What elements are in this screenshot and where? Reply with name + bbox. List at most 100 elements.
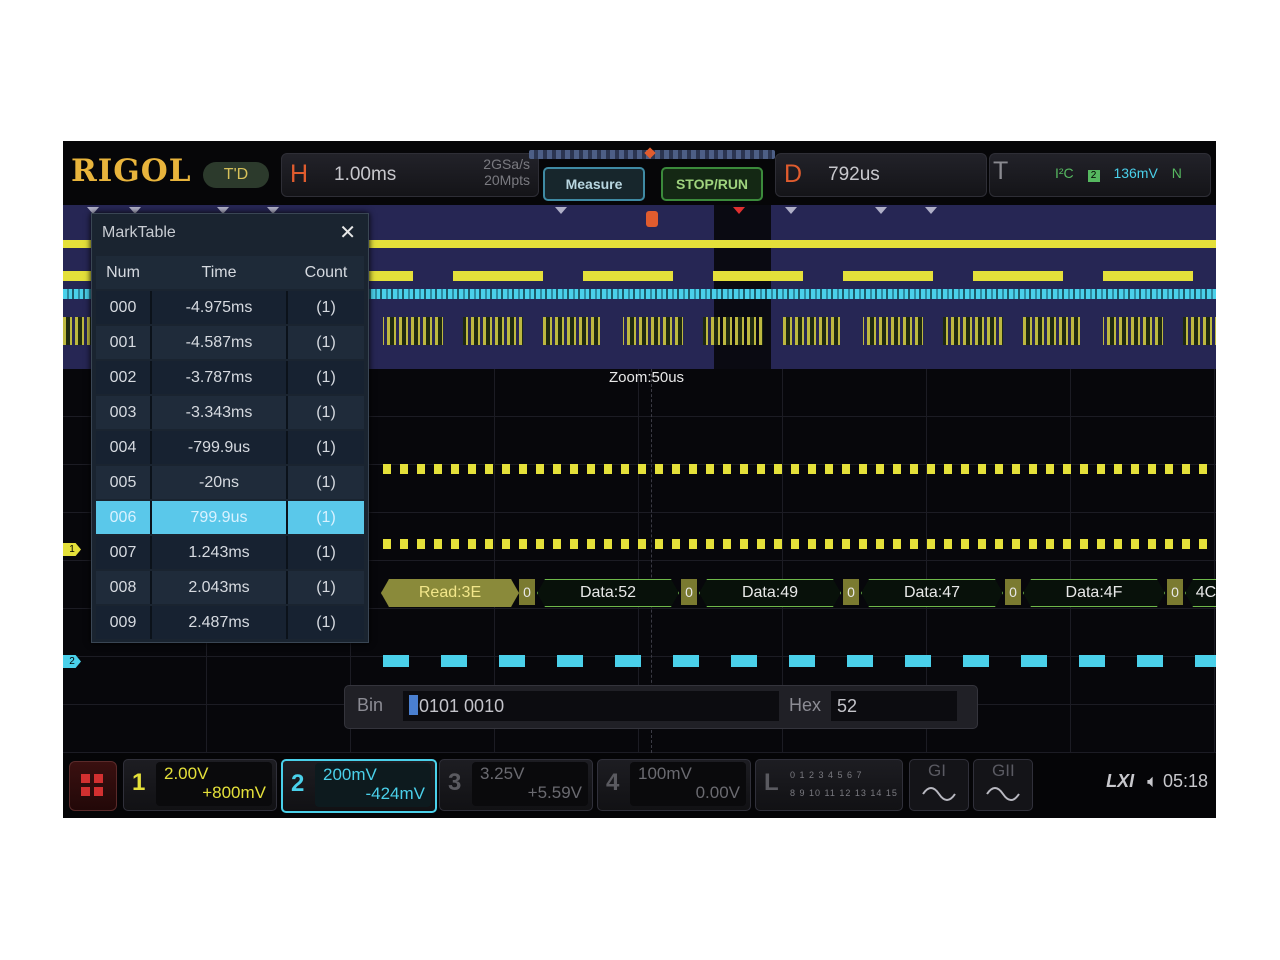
cell-time: -4.975ms [152,291,288,324]
decode-packet[interactable]: Read:3E [381,579,519,607]
trigger-marker-icon [646,211,658,227]
table-row[interactable]: 001 -4.587ms (1) [96,326,364,359]
rigol-logo: RIGOL [71,153,192,189]
cell-time: 2.487ms [152,606,288,639]
cell-count: (1) [316,299,336,316]
trigger-source: 2 [1087,170,1100,182]
sample-rate: 2GSa/s [483,156,530,172]
channel-offset: 0.00V [695,783,740,802]
cell-num: 000 [96,291,152,324]
ch2-data-trace [383,655,1216,667]
table-row[interactable]: 008 2.043ms (1) [96,571,364,604]
cell-time: 2.043ms [152,571,288,604]
channel-number: 1 [132,769,146,796]
bin-hex-readout: Bin 0101 0010 Hex 52 [344,685,978,729]
ch2-offset-marker[interactable]: 2 [63,655,81,668]
cell-time: -20ns [152,466,288,499]
status-area: LXI 🔈︎ 05:18 [1106,771,1208,792]
top-bar: RIGOL T'D H 1.00ms 2GSa/s 20Mpts Measure… [63,141,1216,205]
table-row[interactable]: 002 -3.787ms (1) [96,361,364,394]
table-row[interactable]: 007 1.243ms (1) [96,536,364,569]
cell-count: (1) [316,334,336,351]
channel-3-box[interactable]: 3 3.25V +5.59V [439,759,593,811]
bottom-bar: 1 2.00V +800mV 2 200mV -424mV 3 3.25V +5… [63,753,1216,818]
ch1-offset-marker[interactable]: 1 [63,543,81,556]
cell-num: 007 [96,536,152,569]
table-row[interactable]: 009 2.487ms (1) [96,606,364,639]
delay-key: D [784,160,803,188]
speaker-muted-icon[interactable]: 🔈︎ [1147,771,1158,791]
cell-count: (1) [316,509,336,526]
hex-value-field[interactable]: 52 [831,691,957,721]
cell-num: 009 [96,606,152,639]
channel-offset: -424mV [365,784,425,803]
channel-2-box[interactable]: 2 200mV -424mV [281,759,437,813]
decode-packet[interactable]: 4C [1185,579,1216,607]
table-row[interactable]: 005 -20ns (1) [96,466,364,499]
zoom-label: Zoom:50us [609,369,685,386]
cell-num: 001 [96,326,152,359]
delay-value: 792us [828,164,880,185]
hex-label: Hex [789,695,822,715]
sine-wave-icon [986,787,1020,801]
decode-ack: 0 [1005,579,1021,605]
decode-packet[interactable]: Data:4F [1023,579,1165,607]
la-bits-top: 0 1 2 3 4 5 6 7 [790,770,863,780]
cell-num: 005 [96,466,152,499]
cell-num: 004 [96,431,152,464]
cell-num: 002 [96,361,152,394]
channel-scale: 2.00V [164,764,209,783]
logic-analyzer-box[interactable]: L 0 1 2 3 4 5 6 7 8 9 10 11 12 13 14 15 [755,759,903,811]
close-icon[interactable]: ✕ [339,220,356,244]
generator-1-box[interactable]: GI [909,759,969,811]
channel-1-box[interactable]: 1 2.00V +800mV [123,759,277,811]
bin-value: 0101 0010 [419,696,505,716]
table-row[interactable]: 004 -799.9us (1) [96,431,364,464]
cell-count: (1) [316,579,336,596]
delay-panel[interactable]: D 792us [775,153,987,197]
la-bits: 0 1 2 3 4 5 6 7 8 9 10 11 12 13 14 15 [790,766,898,802]
channel-scale: 3.25V [480,764,525,783]
mark-triangle-icon [555,207,567,214]
channel-offset: +800mV [202,783,266,802]
trigger-mode: N [1171,165,1182,181]
decode-ack: 0 [681,579,697,605]
column-header-count: Count [304,264,348,281]
decode-packet[interactable]: Data:47 [861,579,1003,607]
table-row[interactable]: 000 -4.975ms (1) [96,291,364,324]
cell-time: 799.9us [152,501,288,534]
i2c-decode-row: Read:3E 0 Data:52 0 Data:49 0 Data:47 0 … [381,575,1216,611]
decode-packet[interactable]: Data:52 [537,579,679,607]
cell-num: 006 [96,501,152,534]
channel-number: 2 [291,770,305,797]
trigger-type: I²C [1055,165,1074,181]
cell-time: -3.343ms [152,396,288,429]
hex-value: 52 [837,696,858,716]
bin-value-field[interactable]: 0101 0010 [403,691,779,721]
mark-table-dialog[interactable]: MarkTable ✕ Num Time Count 000 -4.975ms (1… [91,213,369,643]
generator-2-box[interactable]: GII [973,759,1033,811]
column-header-time: Time [201,264,237,281]
column-header-num: Num [106,264,140,281]
channel-offset: +5.59V [527,783,582,802]
trigger-info: I²C 2 136mV N [1055,165,1192,182]
clock-time: 05:18 [1162,771,1208,791]
channel-scale: 200mV [323,765,377,784]
cell-count: (1) [316,474,336,491]
stop-run-button[interactable]: STOP/RUN [661,167,763,201]
horizontal-panel[interactable]: H 1.00ms 2GSa/s 20Mpts [281,153,539,197]
table-row-selected[interactable]: 006 799.9us (1) [96,501,364,534]
cell-num: 008 [96,571,152,604]
cell-count: (1) [316,404,336,421]
decode-packet[interactable]: Data:49 [699,579,841,607]
measure-button[interactable]: Measure [543,167,645,201]
main-menu-button[interactable] [69,761,117,811]
trigger-level: 136mV [1113,165,1158,181]
cell-num: 003 [96,396,152,429]
horizontal-key: H [290,160,309,188]
cell-count: (1) [316,544,336,561]
table-row[interactable]: 003 -3.343ms (1) [96,396,364,429]
generator-label: GI [928,761,946,780]
mode-badge[interactable]: T'D [203,162,269,188]
channel-4-box[interactable]: 4 100mV 0.00V [597,759,751,811]
